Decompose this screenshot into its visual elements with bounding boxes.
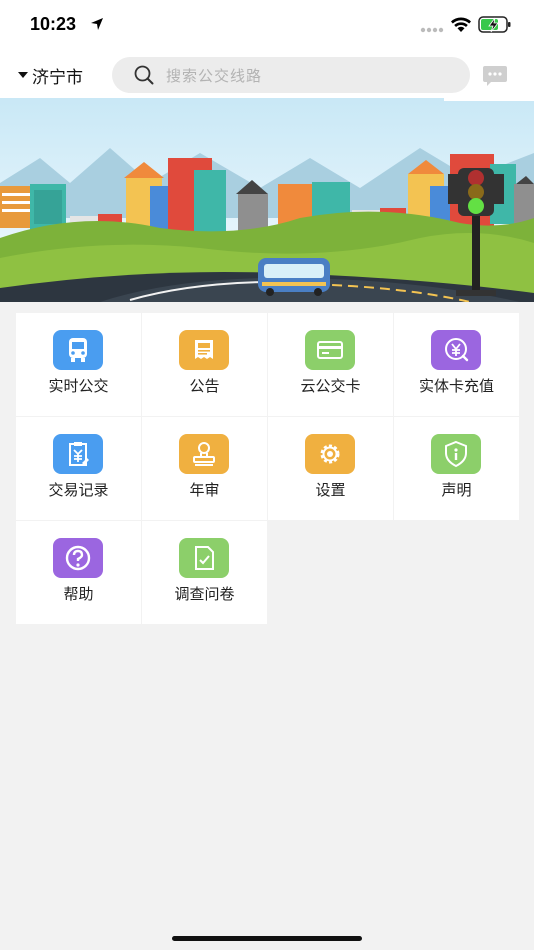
menu-label: 帮助 (63, 585, 94, 603)
shield-icon (431, 434, 481, 474)
city-banner-image (0, 98, 534, 302)
search-icon (134, 65, 154, 85)
menu-label: 实体卡充值 (418, 377, 494, 395)
menu-item-card-recharge[interactable]: 实体卡充值 (394, 313, 519, 416)
menu-item-cloud-card[interactable]: 云公交卡 (268, 313, 393, 416)
menu-item-settings[interactable]: 设置 (268, 417, 393, 520)
menu-label: 调查问卷 (174, 585, 235, 603)
city-selector[interactable]: 济宁市 (18, 62, 83, 88)
menu-item-announcement[interactable]: 公告 (142, 313, 267, 416)
survey-icon (179, 538, 229, 578)
search-input[interactable]: 搜索公交线路 (112, 57, 470, 93)
menu-label: 声明 (441, 481, 472, 499)
announcement-icon (179, 330, 229, 370)
city-name: 济宁市 (32, 67, 83, 88)
status-bar: 10:23 (0, 0, 534, 52)
help-icon (53, 538, 103, 578)
menu-label: 云公交卡 (300, 377, 361, 395)
search-placeholder: 搜索公交线路 (166, 66, 263, 85)
menu-label: 交易记录 (48, 481, 109, 499)
gear-icon (305, 434, 355, 474)
status-time: 10:23 (30, 14, 77, 34)
menu-label: 公告 (189, 377, 220, 395)
recharge-icon (431, 330, 481, 370)
home-indicator[interactable] (172, 936, 362, 941)
top-bar: 济宁市 搜索公交线路 (0, 52, 534, 98)
message-icon[interactable] (482, 65, 508, 87)
cellular-signal-icon (420, 27, 444, 33)
card-icon (305, 330, 355, 370)
menu-item-survey[interactable]: 调查问卷 (142, 521, 267, 624)
caret-down-icon (18, 72, 28, 78)
menu-label: 实时公交 (48, 377, 109, 395)
menu-item-annual-review[interactable]: 年审 (142, 417, 267, 520)
menu-item-help[interactable]: 帮助 (16, 521, 141, 624)
menu-label: 设置 (315, 481, 346, 499)
menu-label: 年审 (189, 481, 220, 499)
wifi-icon (451, 17, 471, 32)
menu-item-realtime-bus[interactable]: 实时公交 (16, 313, 141, 416)
menu-item-transaction-records[interactable]: 交易记录 (16, 417, 141, 520)
transaction-record-icon (53, 434, 103, 474)
battery-charging-icon (478, 16, 511, 33)
location-arrow-icon (91, 18, 103, 30)
menu-item-statement[interactable]: 声明 (394, 417, 519, 520)
bus-icon (53, 330, 103, 370)
stamp-icon (179, 434, 229, 474)
